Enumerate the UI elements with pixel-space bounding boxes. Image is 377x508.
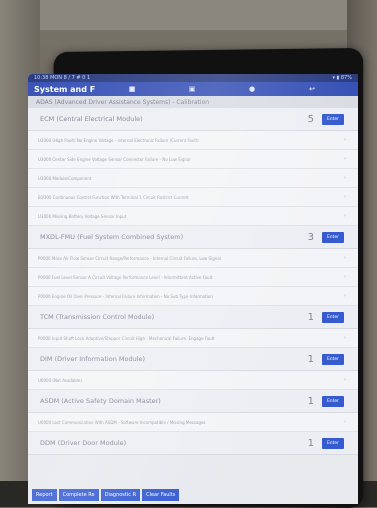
dtc-row[interactable]: U0000 Lost Communication With ASDM - Sof…: [28, 413, 358, 432]
fault-count: 1: [307, 437, 314, 449]
dtc-text: U0000 (Not Available): [38, 377, 82, 383]
screen-icon[interactable]: ▣: [162, 85, 222, 93]
module-row-asdm[interactable]: ASDM (Active Safety Domain Master) 1 Ent…: [28, 390, 358, 413]
chevron-icon: ›: [344, 137, 346, 143]
dtc-row[interactable]: P0000 Mass Air Flow Sensor Circuit Range…: [28, 249, 358, 268]
dtc-row[interactable]: P0000 Input Shaft Lock Adaptive/Stepper …: [28, 329, 358, 348]
dtc-text: P0000 Fuel Level Sensor A Circuit Voltag…: [38, 274, 213, 280]
dtc-text: U3000 Module/Component: [38, 175, 92, 181]
report-button[interactable]: Report: [32, 489, 57, 501]
bottom-action-bar: Report Complete Re Diagnostic R Clear Fa…: [28, 486, 358, 504]
module-row-ecm[interactable]: ECM (Central Electrical Module) 5 Enter: [28, 108, 358, 131]
chevron-icon: ›: [344, 377, 346, 383]
enter-button[interactable]: Enter: [322, 311, 344, 323]
enter-button[interactable]: Enter: [322, 231, 344, 243]
status-right: ▾ ▮ 87%: [332, 75, 352, 81]
dtc-text: U0000 Lost Communication With ASDM - Sof…: [38, 419, 206, 425]
fault-count: 5: [307, 113, 314, 125]
fault-count: 1: [307, 311, 314, 323]
status-left: 10:38 MON 8 / 7 # 0 1: [34, 75, 91, 81]
home-icon[interactable]: ●: [222, 85, 282, 93]
dtc-text: B1D00 Continuous Control Function With T…: [38, 194, 189, 200]
dtc-row[interactable]: P0000 Fuel Level Sensor A Circuit Voltag…: [28, 268, 358, 287]
dtc-row[interactable]: B1D00 Continuous Control Function With T…: [28, 188, 358, 207]
dtc-text: U3000 Center Side Engine Voltage Sensor …: [38, 156, 191, 162]
module-name: MXDL-FMU (Fuel System Combined System): [40, 233, 184, 241]
tablet-screen: 10:38 MON 8 / 7 # 0 1 ▾ ▮ 87% System and…: [28, 74, 358, 504]
dtc-row[interactable]: U3000 Module/Component ›: [28, 169, 358, 188]
enter-button[interactable]: Enter: [322, 353, 344, 365]
module-name: TCM (Transmission Control Module): [40, 313, 155, 321]
back-icon[interactable]: ↩: [282, 85, 342, 93]
ceiling: [0, 0, 377, 30]
fault-count: 1: [307, 395, 314, 407]
fault-count: 3: [307, 231, 314, 243]
chevron-icon: ›: [344, 213, 346, 219]
module-name: DIM (Driver Information Module): [40, 355, 146, 363]
module-row-tcm[interactable]: TCM (Transmission Control Module) 1 Ente…: [28, 306, 358, 329]
module-list: ECM (Central Electrical Module) 5 Enter …: [28, 108, 358, 455]
app-title: System and F: [34, 84, 96, 94]
fault-count: 1: [307, 353, 314, 365]
module-name: ASDM (Active Safety Domain Master): [40, 397, 161, 405]
diagnostic-report-button[interactable]: Diagnostic R: [100, 489, 141, 501]
dtc-row[interactable]: U0000 (Not Available) ›: [28, 371, 358, 390]
complete-report-button[interactable]: Complete Re: [58, 489, 99, 501]
chevron-icon: ›: [344, 194, 346, 200]
dtc-text: U3000 Missing Battery Voltage Sensor Inp…: [38, 213, 127, 219]
dtc-text: P0000 Input Shaft Lock Adaptive/Stepper …: [38, 335, 215, 341]
enter-button[interactable]: Enter: [322, 437, 344, 449]
section-header: ADAS (Advanced Driver Assistance Systems…: [28, 96, 358, 108]
enter-button[interactable]: Enter: [322, 113, 344, 125]
chevron-icon: ›: [344, 335, 346, 341]
chevron-icon: ›: [344, 419, 346, 425]
dtc-row[interactable]: P0000 Engine Oil Over Pressure - Interna…: [28, 287, 358, 306]
dtc-row[interactable]: U3000 Center Side Engine Voltage Sensor …: [28, 150, 358, 169]
module-row-mxdl-fmu[interactable]: MXDL-FMU (Fuel System Combined System) 3…: [28, 226, 358, 249]
chevron-icon: ›: [344, 255, 346, 261]
module-row-dim[interactable]: DIM (Driver Information Module) 1 Enter: [28, 348, 358, 371]
camera-icon[interactable]: ■: [102, 85, 162, 93]
dtc-text: P0000 Engine Oil Over Pressure - Interna…: [38, 293, 213, 299]
dtc-text: U3000 (High Fault) No Engine Voltage - I…: [38, 137, 199, 143]
module-name: ECM (Central Electrical Module): [40, 115, 143, 123]
enter-button[interactable]: Enter: [322, 395, 344, 407]
chevron-icon: ›: [344, 156, 346, 162]
chevron-icon: ›: [344, 274, 346, 280]
chevron-icon: ›: [344, 293, 346, 299]
status-bar: 10:38 MON 8 / 7 # 0 1 ▾ ▮ 87%: [28, 74, 358, 82]
clear-faults-button[interactable]: Clear Faults: [142, 489, 180, 501]
module-row-ddm[interactable]: DDM (Driver Door Module) 1 Enter: [28, 432, 358, 455]
dtc-row[interactable]: U3000 (High Fault) No Engine Voltage - I…: [28, 131, 358, 150]
dtc-row[interactable]: U3000 Missing Battery Voltage Sensor Inp…: [28, 207, 358, 226]
app-bar: System and F ■ ▣ ● ↩: [28, 82, 358, 96]
module-name: DDM (Driver Door Module): [40, 439, 127, 447]
chevron-icon: ›: [344, 175, 346, 181]
dtc-text: P0000 Mass Air Flow Sensor Circuit Range…: [38, 255, 221, 261]
